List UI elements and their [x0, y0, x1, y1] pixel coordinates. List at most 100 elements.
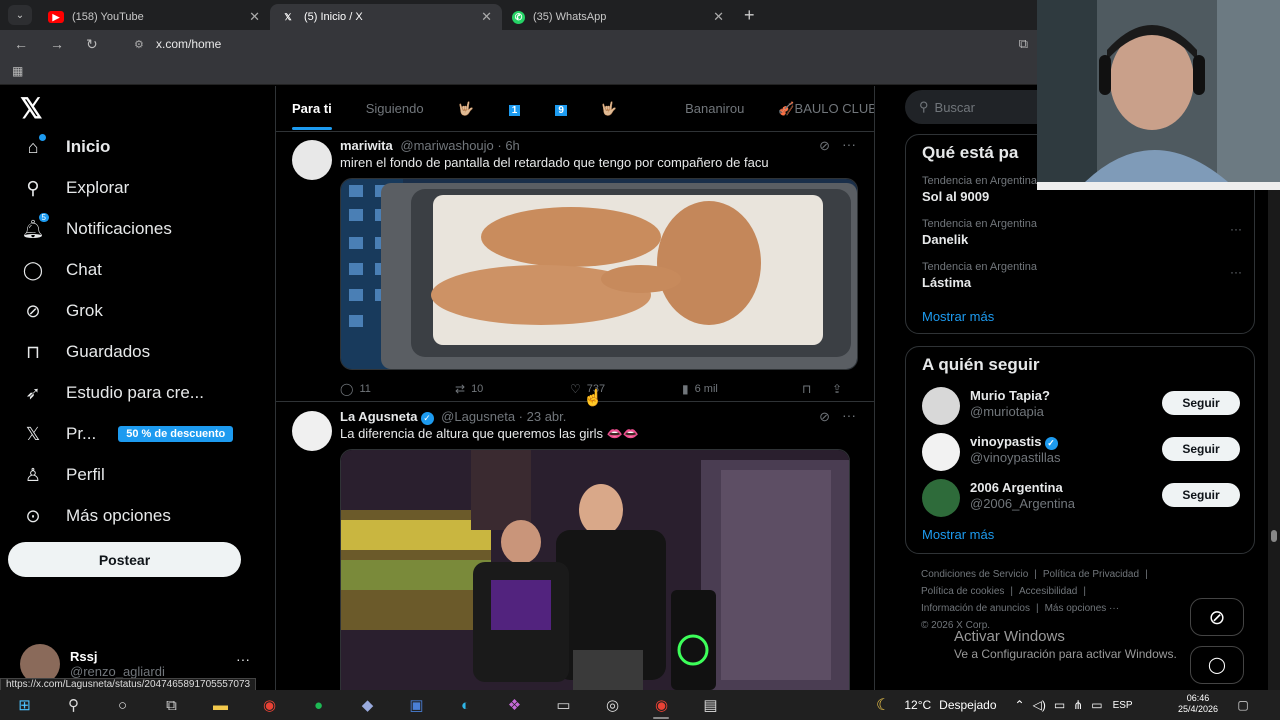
tweet-handle[interactable]: @Lagusneta · 23 abr. [441, 409, 566, 424]
share-button[interactable]: ⇪ [832, 382, 848, 396]
tab-bananirou[interactable]: Bananirou [685, 101, 744, 116]
grok-float-button[interactable]: ⊘ [1190, 598, 1244, 636]
tweet-author-name[interactable]: La Agusneta [340, 409, 418, 424]
chevron-up-icon[interactable]: ⌃ [1015, 698, 1025, 712]
bookmarks-bar: ▦ [0, 58, 1040, 85]
trend-item[interactable]: Tendencia en Argentina Lástima ··· [922, 261, 1242, 290]
follow-suggestion[interactable]: 2006 Argentina @2006_Argentina Seguir [922, 477, 1240, 517]
tweet[interactable]: La Agusneta ✓ @Lagusneta · 23 abr. ⊘ ··· … [276, 403, 874, 693]
follow-button[interactable]: Seguir [1162, 391, 1240, 415]
obs-icon[interactable]: ◎ [588, 690, 637, 720]
close-tab-icon[interactable]: ✕ [713, 9, 724, 25]
show-more-link[interactable]: Mostrar más [922, 527, 994, 542]
avatar[interactable] [292, 411, 332, 451]
sidebar-item-explorar[interactable]: ⚲ Explorar [20, 175, 129, 201]
windows-start-icon[interactable]: ⊞ [0, 690, 49, 720]
site-settings-icon[interactable]: ⚙ [134, 38, 156, 51]
mouse-cursor: ☝ [583, 390, 603, 407]
x-logo-icon[interactable]: 𝕏 [20, 92, 43, 125]
taskbar-clock[interactable]: 06:46 25/4/2026 [1178, 693, 1218, 715]
cast-icon[interactable]: ⧉ [1019, 36, 1028, 52]
tweet-image[interactable] [340, 178, 858, 370]
notifications-icon[interactable]: ▢ [1228, 690, 1258, 720]
app-icon[interactable]: ▤ [686, 690, 735, 720]
grok-icon: ⊘ [25, 300, 41, 321]
tab-baulo-club[interactable]: 🎻BAULO CLUB🎻 [778, 101, 874, 117]
sidebar-item-guardados[interactable]: ⊓ Guardados [20, 339, 150, 365]
task-view-icon[interactable]: ⧉ [147, 690, 196, 720]
sidebar-item-premium[interactable]: 𝕏 Pr... 50 % de descuento [20, 421, 234, 447]
url-field[interactable]: ⚙ x.com/home [134, 37, 221, 51]
back-icon[interactable]: ← [14, 36, 50, 52]
app-icon[interactable]: ▭ [539, 690, 588, 720]
avatar[interactable] [292, 140, 332, 180]
follow-suggestion[interactable]: vinoypastis ✓ @vinoypastillas Seguir [922, 431, 1240, 471]
browser-tab-x[interactable]: 𝕏 (5) Inicio / X ✕ [270, 4, 502, 30]
rocket-icon: ➶ [25, 382, 41, 403]
more-icon[interactable]: ··· [842, 136, 856, 152]
windows-taskbar: ⊞ ⚲ ○ ⧉ ▬ ◉ ● ◆ ▣ ◐ ❖ ▭ ◎ ◉ ▤ ☾ 12°C Des… [0, 690, 1280, 720]
follow-button[interactable]: Seguir [1162, 483, 1240, 507]
sidebar-item-estudio[interactable]: ➶ Estudio para cre... [20, 380, 204, 406]
app-icon[interactable]: ◆ [343, 690, 392, 720]
microphone-icon[interactable]: ⋔ [1073, 698, 1083, 712]
sidebar-item-inicio[interactable]: ⌂ Inicio [20, 134, 110, 160]
trend-item[interactable]: Tendencia en Argentina Danelik ··· [922, 218, 1242, 247]
volume-icon[interactable]: ◁) [1033, 698, 1046, 712]
tab-search-button[interactable]: ⌄ [8, 5, 32, 25]
spotify-icon[interactable]: ● [294, 690, 343, 720]
more-circle-icon: ⊙ [25, 505, 41, 526]
views-button[interactable]: ▮ 6 mil [682, 382, 802, 396]
sidebar-item-chat[interactable]: ◯ Chat [20, 257, 102, 283]
grok-icon[interactable]: ⊘ [819, 138, 830, 154]
tab-siguiendo[interactable]: Siguiendo [366, 101, 424, 116]
tab-119[interactable]: 🤟🏼 1 9 🤟🏼 [458, 101, 652, 117]
more-icon[interactable]: ··· [842, 407, 856, 423]
avatar [922, 479, 960, 517]
post-button[interactable]: Postear [8, 542, 241, 577]
network-icon[interactable]: ▭ [1054, 698, 1065, 712]
chrome-icon[interactable]: ◉ [245, 690, 294, 720]
account-more-icon[interactable]: ··· [236, 651, 250, 667]
reload-icon[interactable]: ↻ [86, 36, 122, 53]
retweet-icon: ⇄ [455, 382, 466, 396]
sidebar-item-perfil[interactable]: ♙ Perfil [20, 462, 105, 488]
promo-badge: 50 % de descuento [118, 426, 234, 442]
person-icon: ♙ [24, 464, 42, 485]
browser-tab-whatsapp[interactable]: ✆ (35) WhatsApp ✕ [502, 4, 734, 30]
bookmark-button[interactable]: ⊓ [802, 382, 832, 396]
close-tab-icon[interactable]: ✕ [249, 9, 260, 25]
browser-tab-youtube[interactable]: ▶ (158) YouTube ✕ [38, 4, 270, 30]
apps-grid-icon[interactable]: ▦ [12, 64, 23, 78]
tweet-video[interactable] [340, 449, 850, 693]
grok-icon[interactable]: ⊘ [819, 409, 830, 425]
tweet[interactable]: mariwita @mariwashoujo · 6h ⊘ ··· miren … [276, 132, 874, 402]
new-tab-icon[interactable]: + [744, 5, 755, 26]
search-icon[interactable]: ⚲ [49, 690, 98, 720]
tweet-handle[interactable]: @mariwashoujo · 6h [400, 138, 519, 153]
cortana-icon[interactable]: ○ [98, 690, 147, 720]
sidebar-item-grok[interactable]: ⊘ Grok [20, 298, 102, 324]
sidebar-item-mas-opciones[interactable]: ⊙ Más opciones [20, 503, 170, 529]
tweet-author-name[interactable]: mariwita [340, 138, 393, 153]
more-icon[interactable]: ··· [1230, 265, 1242, 279]
edge-icon[interactable]: ◐ [441, 690, 490, 720]
app-tray-icon[interactable]: ▭ [1091, 698, 1102, 712]
follow-button[interactable]: Seguir [1162, 437, 1240, 461]
chrome-active-icon[interactable]: ◉ [637, 690, 686, 720]
messages-float-button[interactable]: ◯ [1190, 646, 1244, 684]
tab-para-ti[interactable]: Para ti [292, 101, 332, 130]
close-tab-icon[interactable]: ✕ [481, 9, 492, 25]
forward-icon[interactable]: → [50, 36, 86, 52]
follow-suggestion[interactable]: Murio Tapia? @muriotapia Seguir [922, 385, 1240, 425]
show-more-link[interactable]: Mostrar más [922, 309, 994, 324]
retweet-button[interactable]: ⇄ 10 [455, 382, 570, 396]
copilot-icon[interactable]: ❖ [490, 690, 539, 720]
file-explorer-icon[interactable]: ▬ [196, 690, 245, 720]
sidebar-item-notificaciones[interactable]: 🔔︎ 5 Notificaciones [20, 213, 172, 242]
app-icon[interactable]: ▣ [392, 690, 441, 720]
home-icon: ⌂ [20, 134, 46, 160]
views-icon: ▮ [682, 382, 689, 396]
more-icon[interactable]: ··· [1230, 222, 1242, 236]
reply-button[interactable]: ◯ 11 [340, 382, 455, 396]
